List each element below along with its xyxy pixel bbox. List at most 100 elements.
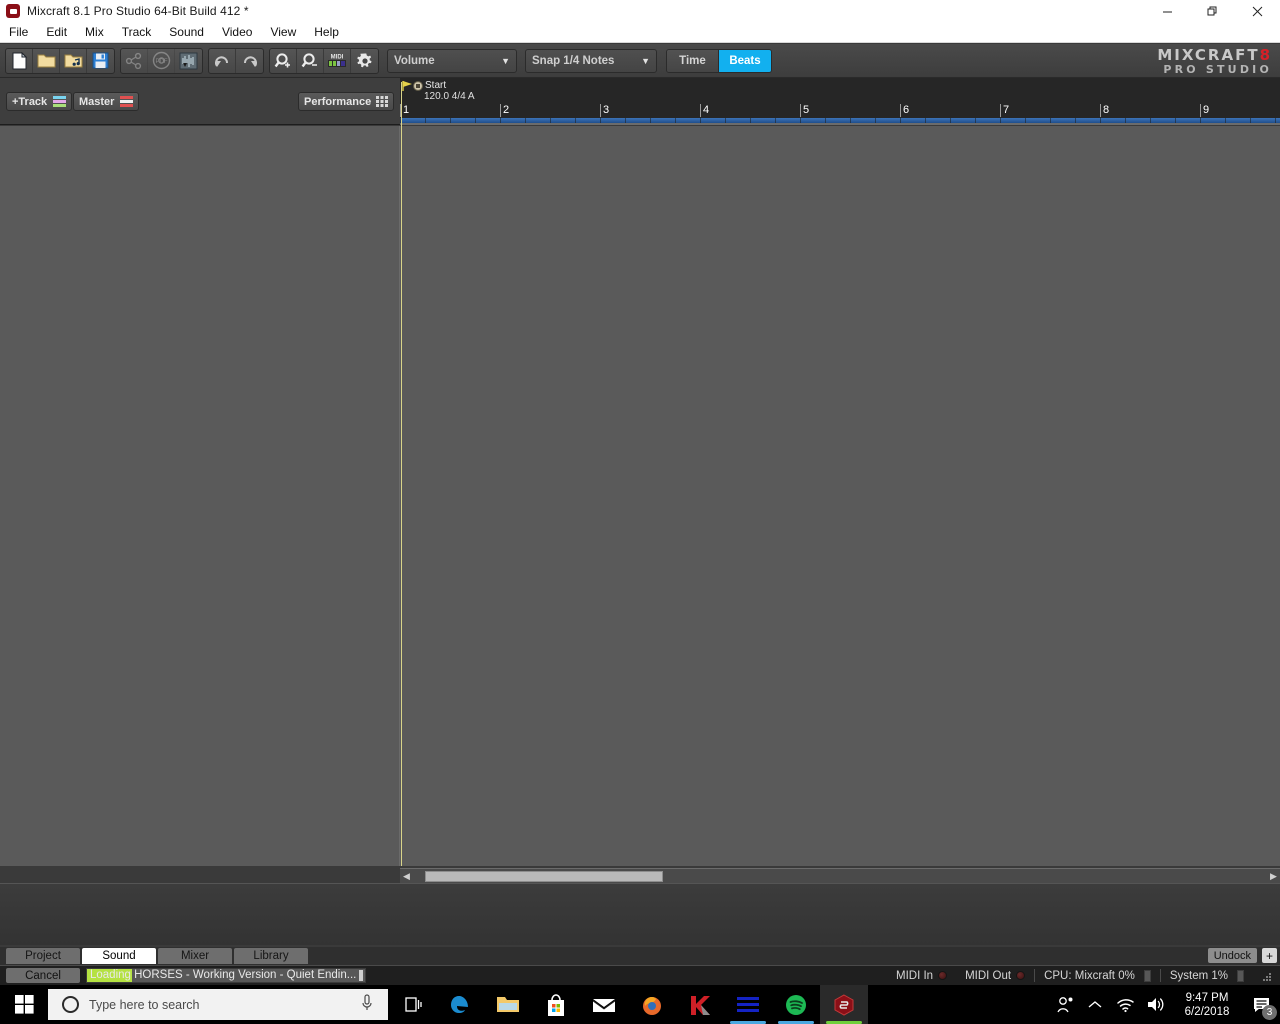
- playhead-line: [401, 126, 402, 866]
- minimize-icon[interactable]: [1145, 0, 1190, 22]
- menu-track[interactable]: Track: [113, 23, 161, 42]
- track-stack-icon: [53, 96, 67, 107]
- automation-select[interactable]: Volume ▼: [387, 48, 517, 73]
- menu-edit[interactable]: Edit: [37, 23, 76, 42]
- resize-grip-icon[interactable]: [1258, 970, 1274, 982]
- midi-out-label: MIDI Out: [965, 969, 1012, 982]
- bar-number: 8: [1100, 104, 1109, 117]
- taskbar-app-file-explorer[interactable]: [484, 985, 532, 1024]
- chevron-down-icon: ▼: [641, 55, 650, 66]
- taskbar-app-blue-lines[interactable]: [724, 985, 772, 1024]
- undock-button[interactable]: Undock: [1207, 948, 1257, 963]
- share-icon[interactable]: [121, 48, 148, 73]
- scrollbar-track[interactable]: [413, 869, 1267, 883]
- start-marker[interactable]: Start: [402, 80, 446, 91]
- system-tray: 9:47 PM 6/2/2018 3: [1050, 985, 1280, 1024]
- burn-cd-icon[interactable]: PDF: [148, 48, 175, 73]
- notification-count: 3: [1262, 1005, 1277, 1020]
- track-list-panel[interactable]: [0, 126, 400, 866]
- mode-time-button[interactable]: Time: [667, 49, 719, 72]
- taskbar-app-mixcraft[interactable]: [820, 985, 868, 1024]
- panel-tabs: Project Sound Mixer Library Undock +: [0, 947, 1280, 965]
- volume-icon[interactable]: [1140, 985, 1170, 1024]
- menu-file[interactable]: File: [0, 23, 37, 42]
- zoom-in-icon[interactable]: [270, 48, 297, 73]
- mixcraft-icon: [6, 4, 20, 18]
- add-track-button[interactable]: +Track: [6, 92, 73, 111]
- loading-progress-bar: Loading HORSES - Working Version - Quiet…: [86, 968, 366, 983]
- save-icon[interactable]: [87, 49, 114, 73]
- taskbar-app-mail[interactable]: [580, 985, 628, 1024]
- divider: [1034, 969, 1036, 982]
- tab-sound[interactable]: Sound: [82, 948, 156, 964]
- wifi-icon[interactable]: [1110, 985, 1140, 1024]
- add-panel-button[interactable]: +: [1262, 948, 1277, 963]
- scrollbar-thumb[interactable]: [425, 870, 663, 882]
- taskbar-app-kaspersky[interactable]: [676, 985, 724, 1024]
- metronome-marker-icon: [413, 80, 423, 91]
- timeline-divider: [400, 123, 1280, 125]
- taskbar-app-microsoft-store[interactable]: [532, 985, 580, 1024]
- taskbar-clock[interactable]: 9:47 PM 6/2/2018: [1170, 991, 1244, 1019]
- chevron-up-icon[interactable]: [1080, 985, 1110, 1024]
- bar-number: 7: [1000, 104, 1009, 117]
- restore-icon[interactable]: [1190, 0, 1235, 22]
- chevron-down-icon: ▼: [501, 55, 510, 66]
- menu-mix[interactable]: Mix: [76, 23, 113, 42]
- tab-project[interactable]: Project: [6, 948, 80, 964]
- tab-library[interactable]: Library: [234, 948, 308, 964]
- bar-number: 3: [600, 104, 609, 117]
- cpu-usage-label: CPU: Mixcraft 0%: [1044, 969, 1135, 982]
- open-project-icon[interactable]: [33, 48, 60, 73]
- start-marker-label: Start: [425, 80, 447, 91]
- grid-icon: [376, 96, 388, 107]
- timeline-ruler[interactable]: Start 120.0 4/4 A 1 2 3 4 5 6 7 8 9: [400, 78, 1280, 125]
- close-icon[interactable]: [1235, 0, 1280, 22]
- taskbar-app-firefox[interactable]: [628, 985, 676, 1024]
- scroll-left-icon[interactable]: ◀: [400, 869, 413, 883]
- menu-sound[interactable]: Sound: [160, 23, 213, 42]
- windows-start-icon[interactable]: [0, 985, 48, 1024]
- cpu-meter-icon: [1143, 969, 1151, 982]
- redo-icon[interactable]: [236, 49, 263, 73]
- taskbar-app-spotify[interactable]: [772, 985, 820, 1024]
- search-input[interactable]: Type here to search: [48, 989, 388, 1020]
- open-library-icon[interactable]: [60, 48, 87, 73]
- new-project-icon[interactable]: [6, 48, 33, 73]
- mixdown-icon[interactable]: [175, 49, 202, 73]
- track-header-bar: +Track Master Performance: [0, 78, 400, 125]
- window-controls: [1145, 0, 1280, 22]
- mode-beats-button[interactable]: Beats: [719, 49, 771, 72]
- snap-select[interactable]: Snap 1/4 Notes ▼: [525, 48, 657, 73]
- menu-video[interactable]: Video: [213, 23, 261, 42]
- people-icon[interactable]: [1050, 985, 1080, 1024]
- menu-view[interactable]: View: [261, 23, 305, 42]
- taskbar-app-edge[interactable]: [436, 985, 484, 1024]
- midi-in-led-icon: [938, 971, 948, 980]
- horizontal-scrollbar[interactable]: ◀ ▶: [400, 868, 1280, 883]
- windows-taskbar: Type here to search 9:47 PM 6/2/2018 3: [0, 985, 1280, 1024]
- status-bar: Cancel Loading HORSES - Working Version …: [0, 965, 1280, 985]
- task-view-icon[interactable]: [388, 985, 436, 1024]
- add-track-label: +Track: [12, 95, 48, 108]
- status-right-group: MIDI In MIDI Out CPU: Mixcraft 0% System…: [896, 969, 1280, 982]
- performance-panel-button[interactable]: Performance: [298, 92, 394, 111]
- master-track-label: Master: [79, 95, 115, 108]
- zoom-out-icon[interactable]: [297, 48, 324, 73]
- microphone-icon[interactable]: [360, 994, 374, 1015]
- bar-number: 2: [500, 104, 509, 117]
- settings-gear-icon[interactable]: [351, 49, 378, 73]
- clock-date: 6/2/2018: [1184, 1005, 1230, 1018]
- undo-icon[interactable]: [209, 48, 236, 73]
- time-beats-toggle: Time Beats: [666, 48, 772, 73]
- midi-icon[interactable]: MIDI: [324, 48, 351, 73]
- logo-subtitle: PRO STUDIO: [1163, 63, 1272, 76]
- scroll-right-icon[interactable]: ▶: [1267, 869, 1280, 883]
- master-track-button[interactable]: Master: [73, 92, 140, 111]
- notification-icon[interactable]: 3: [1244, 985, 1280, 1024]
- tab-mixer[interactable]: Mixer: [158, 948, 232, 964]
- view-tools-group: MIDI: [269, 47, 379, 74]
- cancel-button[interactable]: Cancel: [6, 968, 80, 983]
- arrange-area[interactable]: [0, 126, 1280, 866]
- menu-help[interactable]: Help: [305, 23, 348, 42]
